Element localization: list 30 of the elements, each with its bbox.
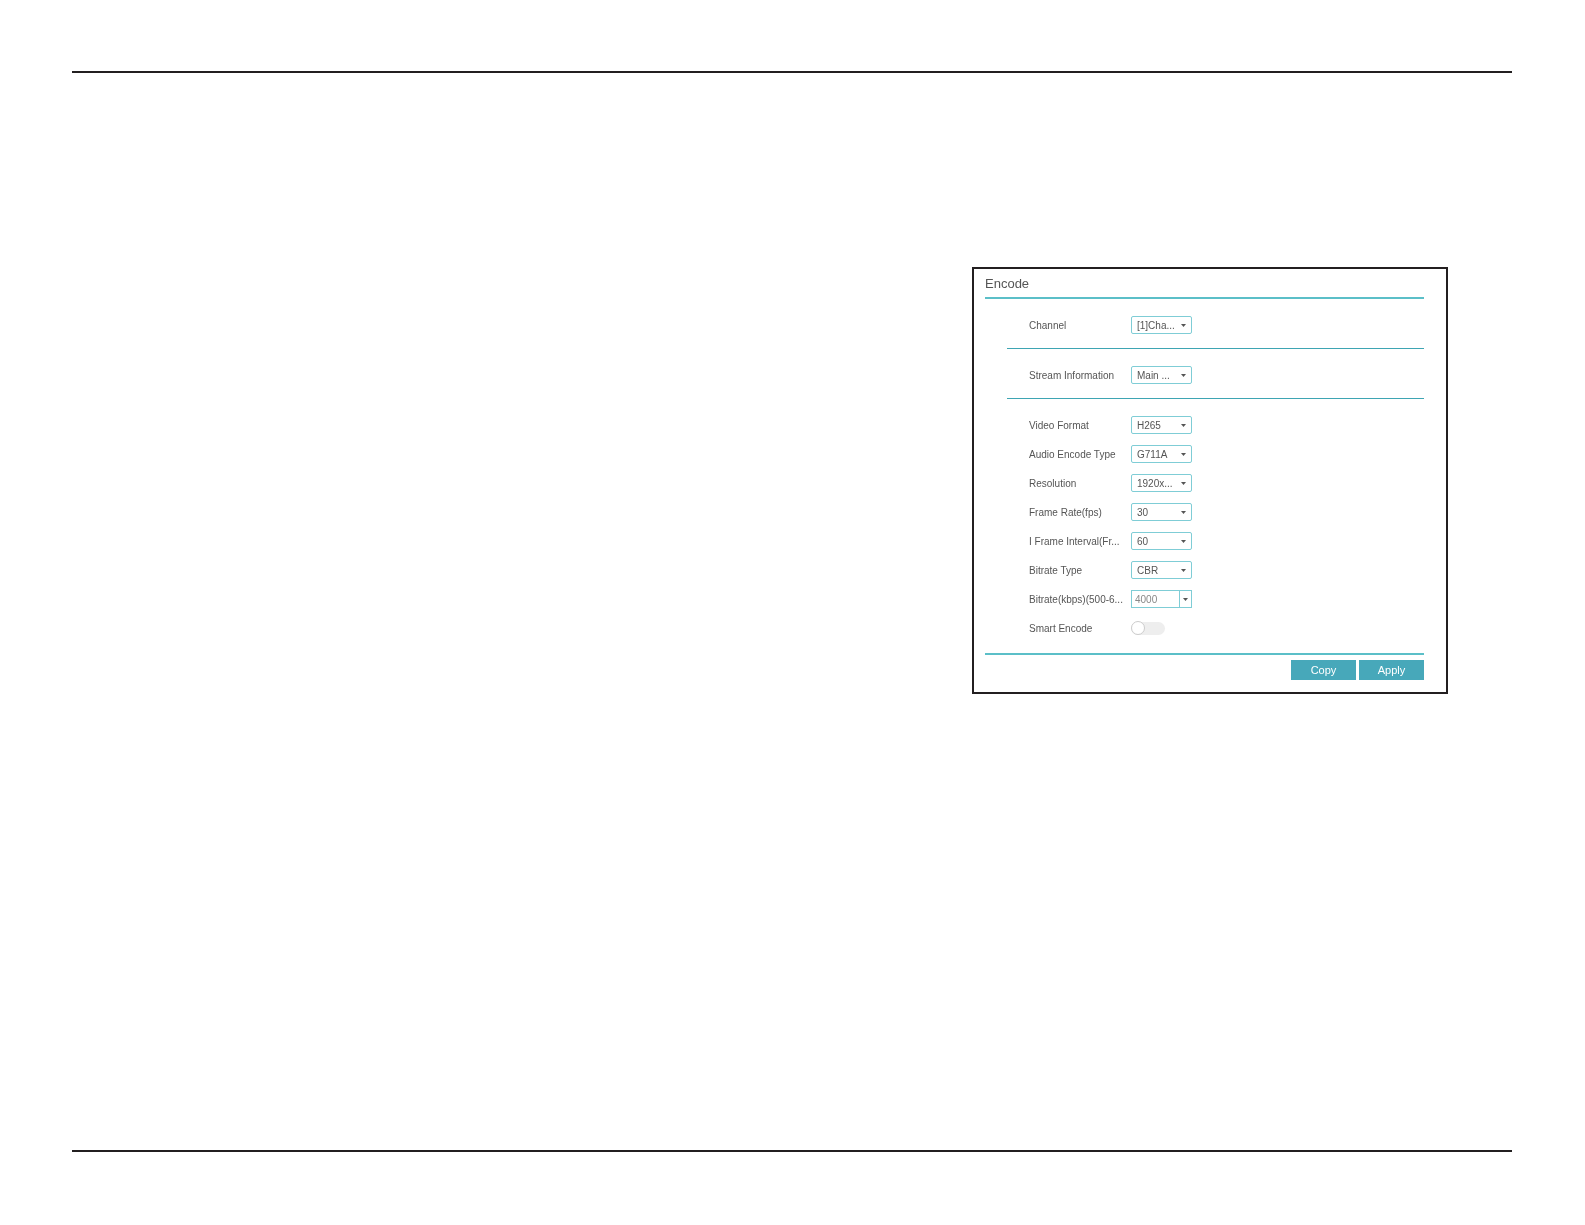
caret-icon — [1181, 539, 1186, 543]
caret-icon — [1181, 481, 1186, 485]
field-label: Resolution — [1029, 477, 1078, 489]
field-label: I Frame Interval(Fr... — [1029, 535, 1121, 547]
dropdown[interactable]: [1]Cha... — [1131, 316, 1192, 334]
field-label: Channel — [1029, 319, 1068, 331]
dropdown[interactable]: Main ... — [1131, 366, 1192, 384]
caret-icon — [1181, 373, 1186, 377]
dropdown[interactable]: CBR — [1131, 561, 1192, 579]
field-label: Audio Encode Type — [1029, 448, 1117, 460]
toggle-switch[interactable] — [1131, 621, 1165, 635]
caret-icon — [1181, 568, 1186, 572]
caret-icon — [1181, 423, 1186, 427]
caret-icon[interactable] — [1183, 597, 1188, 601]
caret-icon — [1181, 510, 1186, 514]
field-label: Bitrate Type — [1029, 564, 1084, 576]
field-label: Video Format — [1029, 419, 1090, 431]
dropdown[interactable]: G711A — [1131, 445, 1192, 463]
dropdown[interactable]: 1920x... — [1131, 474, 1192, 492]
field-label: Smart Encode — [1029, 622, 1094, 634]
input-field[interactable]: 4000 — [1131, 590, 1192, 608]
dropdown[interactable]: 30 — [1131, 503, 1192, 521]
field-label: Frame Rate(fps) — [1029, 506, 1103, 518]
caret-icon — [1181, 323, 1186, 327]
field-label: Stream Information — [1029, 369, 1116, 381]
dropdown[interactable]: 60 — [1131, 532, 1192, 550]
dropdown[interactable]: H265 — [1131, 416, 1192, 434]
field-label: Bitrate(kbps)(500-6... — [1029, 593, 1124, 605]
caret-icon — [1181, 452, 1186, 456]
panel-title: Encode — [985, 276, 1031, 293]
